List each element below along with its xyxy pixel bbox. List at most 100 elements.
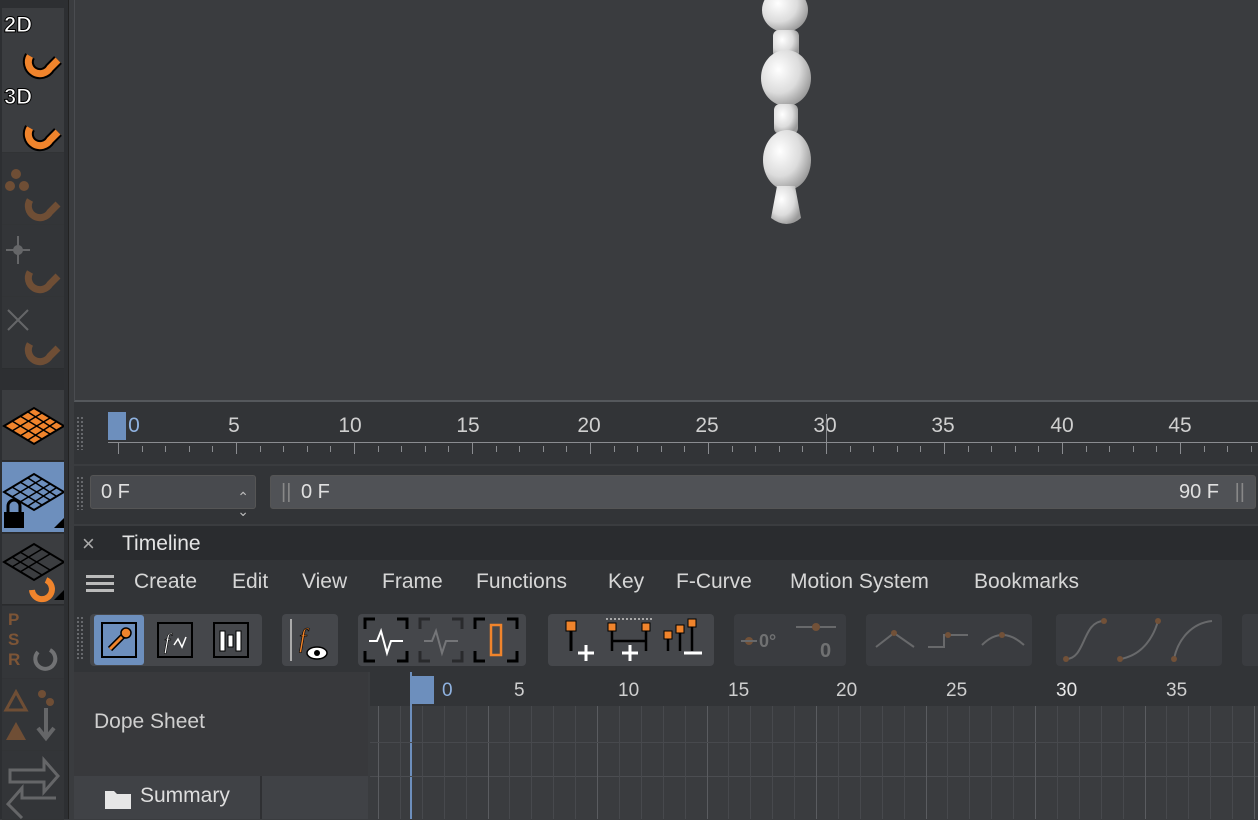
psr-reset-button[interactable]: PSR	[2, 606, 64, 679]
ruler-label: 35	[931, 414, 955, 437]
menu-frame[interactable]: Frame	[382, 570, 443, 594]
stepper-icon[interactable]: ⌃ ⌄	[237, 476, 249, 518]
grid-line	[1144, 706, 1146, 819]
tangent-ease-icon	[981, 632, 1025, 646]
ruler-tick	[188, 446, 190, 452]
grid-line	[750, 706, 752, 819]
zero-length-icon: 0	[796, 623, 836, 662]
snap-2d-button[interactable]: 2D	[2, 8, 64, 81]
range-start-handle[interactable]: ||	[281, 476, 291, 508]
frame-range-slider[interactable]: || 0 F 90 F ||	[270, 475, 1256, 509]
show-f-curve-button[interactable]: f	[285, 615, 335, 665]
snap-3d-button[interactable]: 3D	[2, 80, 64, 153]
tangent-ease-button[interactable]	[978, 615, 1028, 665]
ruler-tick	[354, 442, 355, 454]
ruler-tick	[1014, 446, 1016, 452]
locked-workplane-button[interactable]	[2, 462, 64, 533]
menu-create[interactable]: Create	[134, 570, 197, 594]
toolbar-grip[interactable]	[76, 616, 84, 660]
ruler-baseline	[108, 442, 1258, 443]
grid-line	[1100, 706, 1102, 819]
close-tab-icon[interactable]: ×	[82, 531, 95, 557]
ease-in-out-button[interactable]	[1060, 615, 1110, 665]
frame-selected-button[interactable]	[471, 615, 521, 665]
grid-line	[728, 706, 730, 819]
more-tools-group[interactable]	[1242, 614, 1258, 666]
ease-in-button[interactable]	[1114, 615, 1164, 665]
column-divider[interactable]	[260, 776, 262, 819]
viewport-object	[761, 0, 811, 224]
key-mode-button[interactable]	[94, 615, 144, 665]
viewport-3d[interactable]	[74, 0, 1258, 402]
grid-line	[1188, 706, 1190, 819]
transfer-button[interactable]	[2, 750, 64, 820]
ease-out-button[interactable]	[1168, 615, 1218, 665]
intersection-snap-button[interactable]	[2, 296, 64, 369]
ruler-tick	[519, 446, 521, 452]
range-end-handle[interactable]: ||	[1235, 476, 1245, 508]
grid-line	[1035, 706, 1036, 819]
ruler-tick	[1203, 446, 1205, 452]
ruler-tick	[944, 442, 945, 454]
grid-line	[684, 706, 686, 819]
ruler-label: 10	[338, 414, 362, 437]
grid-line	[816, 706, 817, 819]
ruler-scale: 0 5 10 15 20 25 30 35 40 45	[108, 402, 1258, 464]
workplane-button[interactable]	[2, 390, 64, 461]
grid-line	[772, 706, 774, 819]
grid-playhead-marker[interactable]	[410, 676, 434, 704]
ruler-tick	[731, 446, 733, 452]
menu-f-curve[interactable]: F-Curve	[676, 570, 752, 594]
grid-line	[378, 706, 379, 819]
ruler-tick	[755, 446, 757, 452]
vertex-snap-button[interactable]	[2, 152, 64, 225]
menu-edit[interactable]: Edit	[232, 570, 268, 594]
menu-view[interactable]: View	[302, 570, 347, 594]
add-keys-all-button[interactable]	[604, 615, 654, 665]
frame-range-row: 0 F ⌃ ⌄ || 0 F 90 F ||	[74, 466, 1258, 524]
dope-sheet-grid[interactable]: 0 5 10 15 20 25 30 35	[370, 672, 1258, 819]
ghost-keys-button[interactable]	[416, 615, 466, 665]
grid-line	[947, 706, 949, 819]
grid-ruler[interactable]	[370, 672, 1258, 706]
zero-angle-button[interactable]: 0°	[737, 615, 787, 665]
align-workplane-button[interactable]	[2, 534, 64, 605]
zero-length-button[interactable]: 0	[792, 615, 842, 665]
ruler-label: 25	[695, 414, 719, 437]
tangent-break-button[interactable]	[870, 615, 920, 665]
ruler-grip[interactable]	[76, 416, 84, 450]
delete-keys-button[interactable]	[658, 615, 708, 665]
ruler-tick	[708, 442, 709, 454]
add-key-button[interactable]	[552, 615, 602, 665]
grid-playhead-line[interactable]	[410, 672, 412, 819]
add-keys-all-icon	[606, 618, 652, 661]
timeline-title[interactable]: Timeline	[122, 532, 201, 556]
timeline-toolbar: f f 0° 0	[74, 606, 1258, 672]
ruler-tick	[991, 446, 993, 452]
grid-line	[1013, 706, 1015, 819]
menu-key[interactable]: Key	[608, 570, 644, 594]
menu-motion-system[interactable]: Motion System	[790, 570, 929, 594]
frame-row-grip[interactable]	[76, 476, 84, 510]
current-frame-field[interactable]: 0 F ⌃ ⌄	[90, 475, 256, 518]
ruler-tick	[495, 446, 497, 452]
psr-reset-icon	[33, 648, 58, 671]
ruler-tick	[118, 442, 119, 454]
axis-snap-button[interactable]	[2, 224, 64, 297]
f-curve-mode-button[interactable]: f	[150, 615, 200, 665]
summary-row[interactable]: Summary	[74, 776, 368, 819]
drop-to-floor-button[interactable]	[2, 678, 64, 751]
frame-ruler[interactable]: 0 5 10 15 20 25 30 35 40 45	[74, 402, 1258, 464]
zero-group: 0° 0	[734, 614, 846, 666]
motion-mode-button[interactable]	[206, 615, 256, 665]
linear-keys-button[interactable]	[361, 615, 411, 665]
grid-label: 20	[836, 680, 858, 701]
hamburger-icon[interactable]	[86, 574, 114, 594]
ruler-tick	[259, 446, 261, 452]
tangent-step-button[interactable]	[924, 615, 974, 665]
menu-functions[interactable]: Functions	[476, 570, 567, 594]
grid-line	[575, 706, 577, 819]
menu-bookmarks[interactable]: Bookmarks	[974, 570, 1079, 594]
grid-line	[1166, 706, 1168, 819]
ruler-tick	[566, 446, 568, 452]
